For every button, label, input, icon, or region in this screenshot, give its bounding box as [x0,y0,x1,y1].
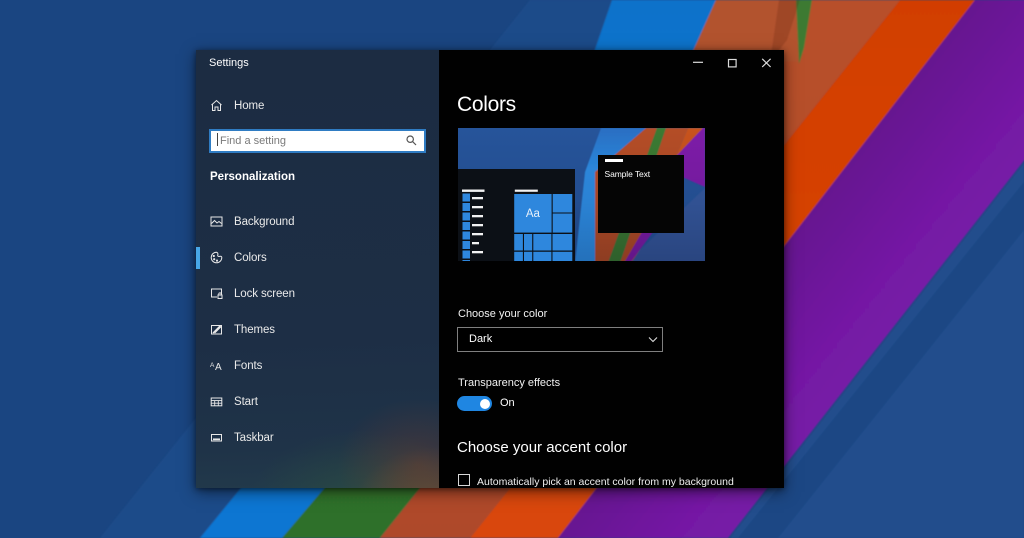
svg-text:A: A [215,362,222,372]
svg-text:Aa: Aa [526,208,541,220]
